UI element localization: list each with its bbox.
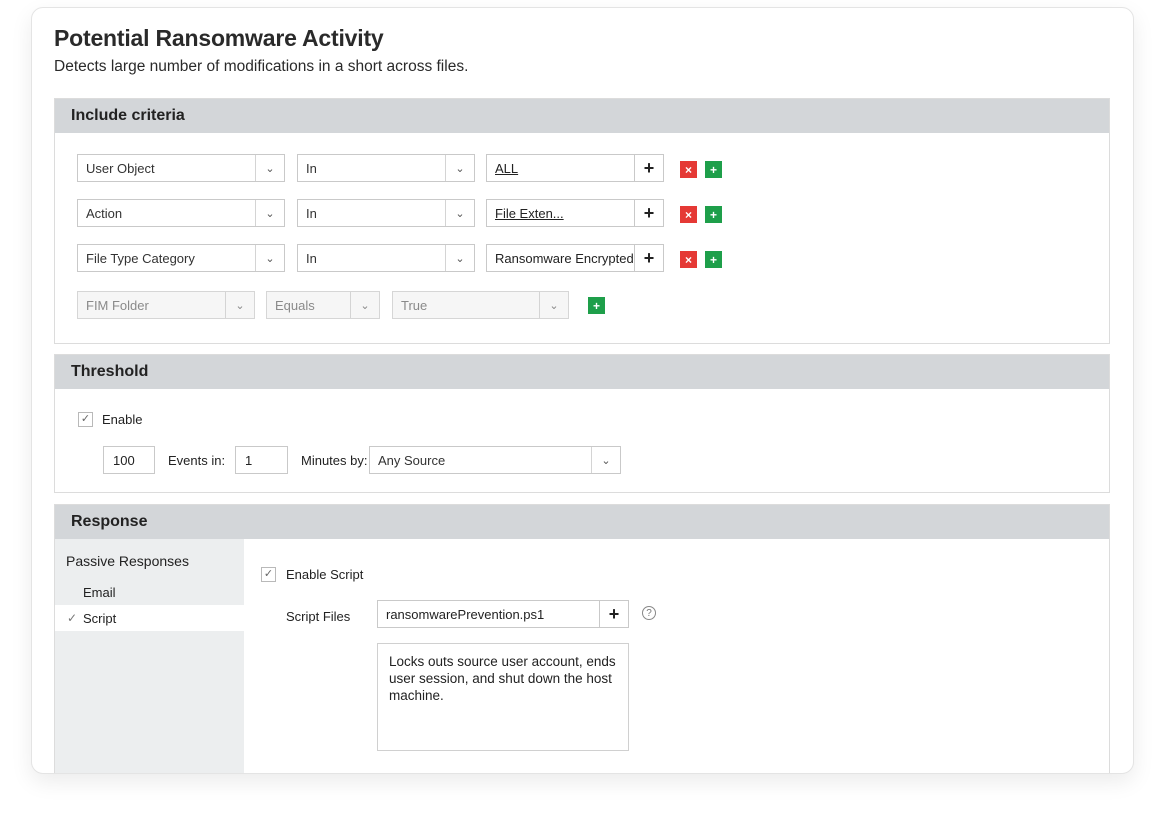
minutes-by-label: Minutes by:: [301, 453, 368, 468]
page-title: Potential Ransomware Activity: [54, 25, 384, 51]
add-value-button[interactable]: +: [634, 155, 663, 181]
threshold-enable-checkbox[interactable]: ✓: [78, 412, 93, 427]
include-criteria-panel: Include criteria User Object ⌄ In ⌄ ALL …: [54, 98, 1110, 344]
minutes-input[interactable]: 1: [235, 446, 288, 474]
remove-criteria-button[interactable]: ×: [680, 161, 697, 178]
chevron-down-icon: ⌄: [255, 245, 284, 271]
script-description: Locks outs source user account, ends use…: [377, 643, 629, 751]
remove-criteria-button[interactable]: ×: [680, 206, 697, 223]
add-criteria-button[interactable]: +: [705, 206, 722, 223]
passive-responses-sidebar: Passive Responses Email ✓ Script: [55, 539, 244, 773]
threshold-panel: Threshold ✓ Enable 100 Events in: 1 Minu…: [54, 354, 1110, 493]
criteria-operator-select[interactable]: In ⌄: [297, 154, 475, 182]
response-panel: Response Passive Responses Email ✓ Scrip…: [54, 504, 1110, 773]
check-icon: ✓: [80, 413, 91, 425]
criteria-operator-select[interactable]: In ⌄: [297, 244, 475, 272]
sidebar-item-script[interactable]: ✓ Script: [55, 605, 244, 631]
sidebar-item-email[interactable]: Email: [55, 579, 244, 605]
script-file-name: ransomwarePrevention.ps1: [386, 606, 545, 622]
new-criteria-operator-select[interactable]: Equals ⌄: [266, 291, 380, 319]
add-criteria-button[interactable]: +: [705, 161, 722, 178]
chevron-down-icon: ⌄: [350, 292, 379, 318]
chevron-down-icon: ⌄: [591, 447, 620, 473]
source-select[interactable]: Any Source ⌄: [369, 446, 621, 474]
events-in-label: Events in:: [168, 453, 226, 468]
chevron-down-icon: ⌄: [539, 292, 568, 318]
threshold-enable-label: Enable: [102, 412, 143, 427]
chevron-down-icon: ⌄: [445, 155, 474, 181]
script-file-box: ransomwarePrevention.ps1 +: [377, 600, 629, 628]
enable-script-checkbox[interactable]: ✓: [261, 567, 276, 582]
criteria-field-select[interactable]: Action ⌄: [77, 199, 285, 227]
criteria-field-select[interactable]: User Object ⌄: [77, 154, 285, 182]
add-criteria-button[interactable]: +: [705, 251, 722, 268]
add-value-button[interactable]: +: [634, 200, 663, 226]
chevron-down-icon: ⌄: [445, 245, 474, 271]
criteria-field-select[interactable]: File Type Category ⌄: [77, 244, 285, 272]
chevron-down-icon: ⌄: [225, 292, 254, 318]
criteria-value-box: File Exten... +: [486, 199, 664, 227]
chevron-down-icon: ⌄: [255, 155, 284, 181]
chevron-down-icon: ⌄: [255, 200, 284, 226]
criteria-value-box: ALL +: [486, 154, 664, 182]
enable-script-label: Enable Script: [286, 567, 364, 582]
criteria-value-link[interactable]: File Exten...: [487, 206, 634, 221]
add-script-button[interactable]: +: [599, 601, 628, 627]
check-icon: ✓: [263, 568, 274, 580]
remove-criteria-button[interactable]: ×: [680, 251, 697, 268]
include-criteria-heading: Include criteria: [55, 99, 1109, 133]
add-value-button[interactable]: +: [634, 245, 663, 271]
passive-responses-title: Passive Responses: [66, 553, 189, 569]
check-icon: ✓: [66, 611, 77, 625]
criteria-value-box: Ransomware Encrypted +: [486, 244, 664, 272]
help-circle-icon[interactable]: ?: [642, 606, 656, 620]
criteria-value-link[interactable]: ALL: [487, 161, 634, 176]
page-subtitle: Detects large number of modifications in…: [54, 58, 469, 75]
script-files-label: Script Files: [286, 609, 351, 624]
event-count-input[interactable]: 100: [103, 446, 155, 474]
threshold-heading: Threshold: [55, 355, 1109, 389]
new-criteria-value-select[interactable]: True ⌄: [392, 291, 569, 319]
criteria-value-text: Ransomware Encrypted: [495, 250, 634, 266]
criteria-operator-select[interactable]: In ⌄: [297, 199, 475, 227]
add-new-criteria-button[interactable]: +: [588, 297, 605, 314]
rule-card: Potential Ransomware Activity Detects la…: [31, 7, 1134, 774]
response-heading: Response: [55, 505, 1109, 539]
new-criteria-field-select[interactable]: FIM Folder ⌄: [77, 291, 255, 319]
chevron-down-icon: ⌄: [445, 200, 474, 226]
